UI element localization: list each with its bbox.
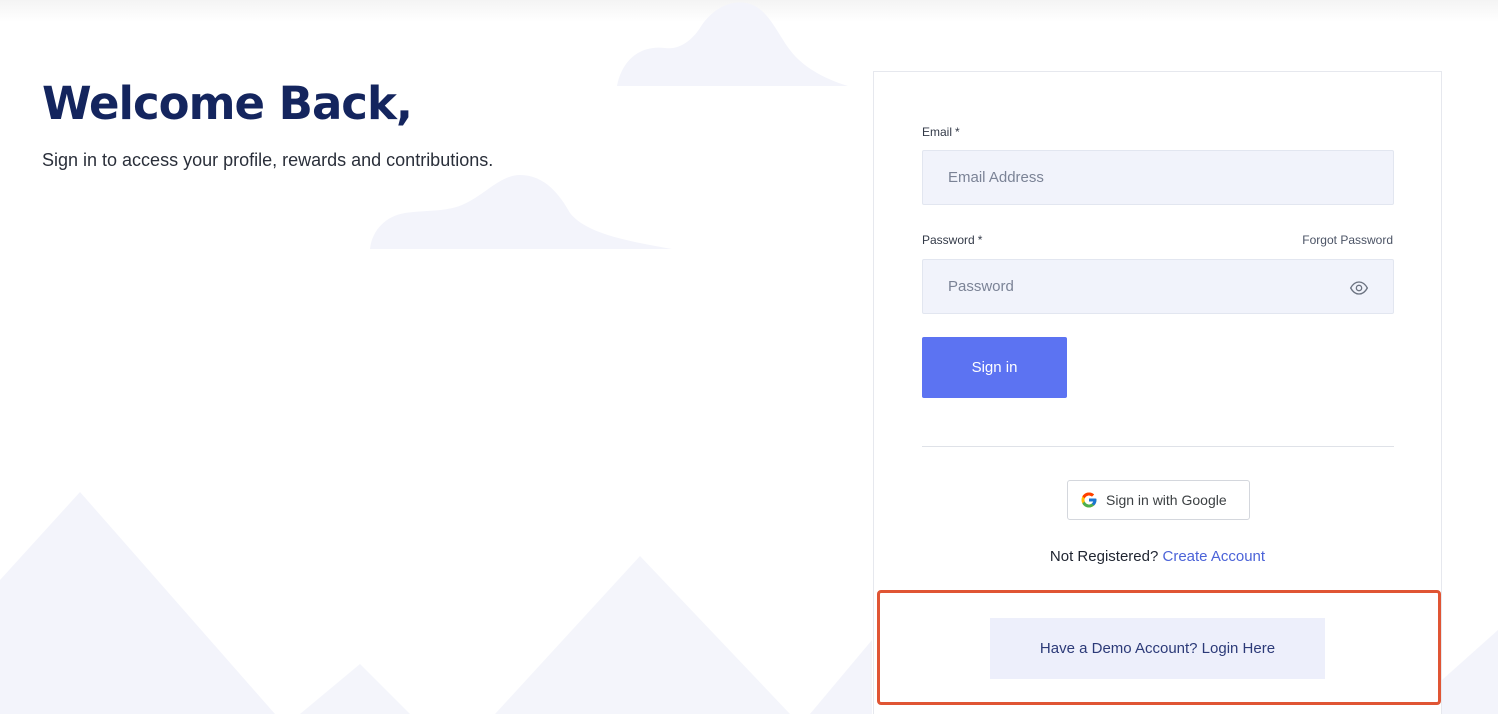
password-label: Password * <box>922 233 983 247</box>
cloud-shape <box>370 175 672 249</box>
required-mark: * <box>977 233 983 247</box>
create-account-link[interactable]: Create Account <box>1163 548 1266 565</box>
register-prompt: Not Registered? <box>1049 548 1159 565</box>
page-title: Welcome Back, <box>42 77 413 130</box>
sign-in-button[interactable]: Sign in <box>922 337 1067 398</box>
forgot-password-link[interactable]: Forgot Password <box>1302 233 1393 247</box>
eye-icon[interactable] <box>1349 278 1369 298</box>
email-field[interactable] <box>948 169 1328 186</box>
divider <box>922 446 1394 447</box>
mountain-shape <box>300 664 410 714</box>
google-logo-icon <box>1081 492 1097 508</box>
mountain-shape <box>0 492 275 714</box>
hero-section: Welcome Back, Sign in to access your pro… <box>42 78 493 172</box>
required-mark: * <box>955 125 960 139</box>
demo-login-button[interactable]: Have a Demo Account? Login Here <box>990 618 1325 679</box>
register-row: Not Registered? Create Account <box>874 548 1441 565</box>
google-sign-in-button[interactable]: Sign in with Google <box>1067 480 1250 520</box>
password-field-wrapper <box>922 259 1394 314</box>
cloud-shape <box>617 2 848 87</box>
mountain-shape <box>1442 630 1498 714</box>
email-field-wrapper <box>922 150 1394 205</box>
mountain-shape <box>495 556 790 714</box>
page-subtitle: Sign in to access your profile, rewards … <box>42 150 494 170</box>
mountain-shape <box>810 640 872 714</box>
password-field[interactable] <box>948 278 1328 295</box>
email-label: Email * <box>922 125 960 139</box>
google-sign-in-label: Sign in with Google <box>1106 492 1227 508</box>
